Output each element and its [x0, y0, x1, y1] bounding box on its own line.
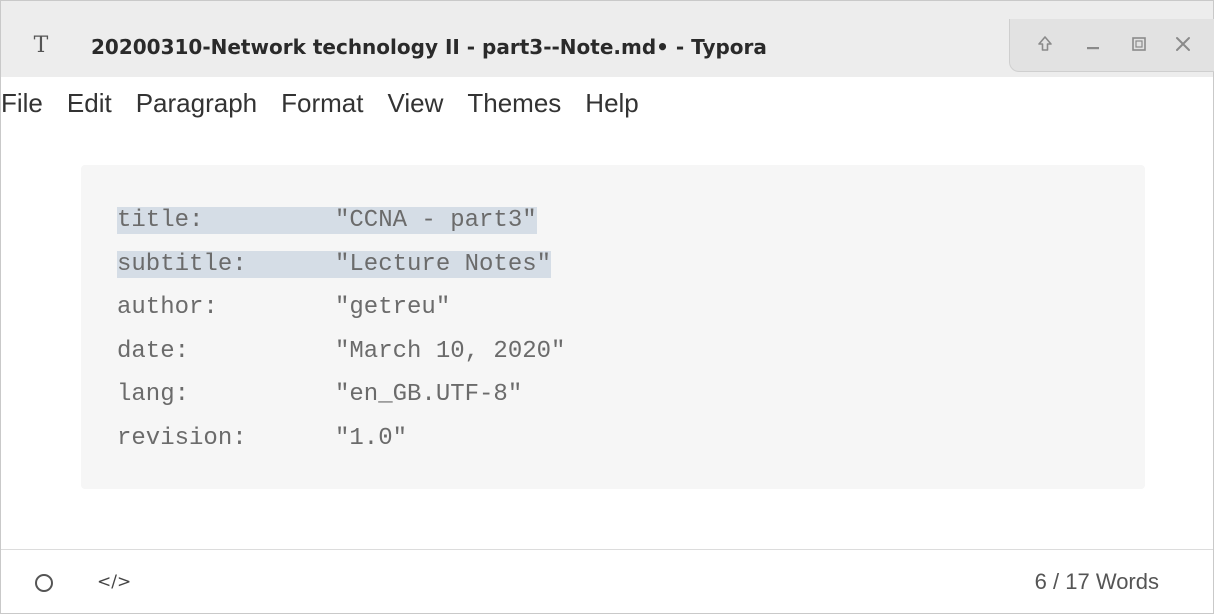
front-matter-line[interactable]: revision: "1.0" — [117, 417, 565, 461]
minimize-icon[interactable] — [1080, 31, 1106, 57]
front-matter-value: "CCNA - part3" — [335, 207, 537, 234]
window-controls — [1009, 19, 1214, 72]
front-matter-value: "1.0" — [335, 424, 408, 452]
status-bar: </> 6 / 17 Words — [1, 550, 1213, 615]
typora-window: T 20200310-Network technology II - part3… — [0, 0, 1214, 614]
front-matter-line[interactable]: date: "March 10, 2020" — [117, 330, 565, 374]
front-matter-line[interactable]: subtitle: "Lecture Notes" — [117, 243, 565, 287]
front-matter-line[interactable]: author: "getreu" — [117, 286, 565, 330]
up-arrow-icon[interactable] — [1032, 31, 1058, 57]
close-icon[interactable] — [1170, 31, 1196, 57]
menu-view[interactable]: View — [375, 79, 455, 127]
menu-format[interactable]: Format — [269, 79, 375, 127]
menu-help[interactable]: Help — [573, 79, 650, 127]
front-matter-value: "en_GB.UTF-8" — [335, 381, 523, 408]
front-matter-value: "March 10, 2020" — [335, 337, 566, 365]
title-bar[interactable]: T 20200310-Network technology II - part3… — [1, 1, 1214, 77]
front-matter-value: "getreu" — [335, 294, 451, 321]
front-matter-line[interactable]: title: "CCNA - part3" — [117, 199, 565, 243]
front-matter-key: author: — [117, 294, 218, 321]
selection-highlight: title: "CCNA - part3" — [117, 207, 537, 234]
front-matter-key: subtitle: — [117, 250, 247, 278]
front-matter-key: title: — [117, 207, 204, 234]
menu-themes[interactable]: Themes — [455, 79, 573, 127]
source-code-icon[interactable]: </> — [97, 568, 131, 596]
menu-edit[interactable]: Edit — [55, 79, 124, 127]
front-matter-key: date: — [117, 337, 190, 365]
selection-highlight: subtitle: "Lecture Notes" — [117, 250, 552, 278]
word-count[interactable]: 6 / 17 Words — [1035, 568, 1159, 596]
yaml-front-matter-block[interactable]: title: "CCNA - part3" subtitle: "Lecture N… — [81, 165, 1145, 489]
front-matter-value: "Lecture Notes" — [335, 250, 552, 278]
front-matter-key: revision: — [117, 424, 247, 452]
front-matter-lines: title: "CCNA - part3" subtitle: "Lecture N… — [117, 199, 565, 460]
maximize-icon[interactable] — [1126, 31, 1152, 57]
menu-bar: File Edit Paragraph Format View Themes H… — [1, 79, 1213, 127]
menu-file[interactable]: File — [1, 79, 55, 127]
window-title: 20200310-Network technology II - part3--… — [91, 35, 767, 59]
front-matter-key: lang: — [117, 381, 190, 408]
editor-area[interactable]: title: "CCNA - part3" subtitle: "Lecture N… — [1, 127, 1213, 551]
menu-paragraph[interactable]: Paragraph — [124, 79, 269, 127]
outline-circle-icon[interactable] — [35, 574, 53, 592]
typora-app-icon: T — [33, 33, 49, 58]
front-matter-line[interactable]: lang: "en_GB.UTF-8" — [117, 373, 565, 417]
